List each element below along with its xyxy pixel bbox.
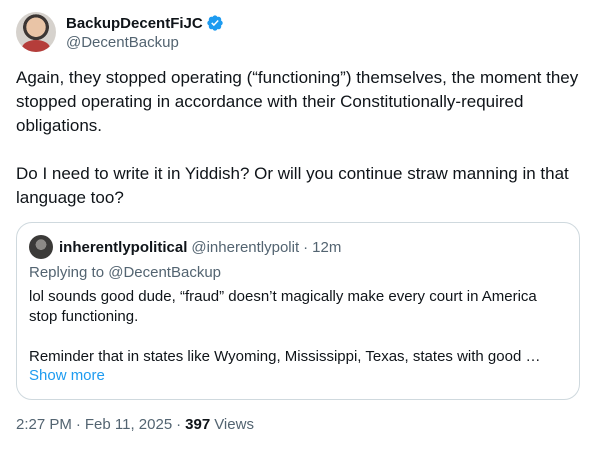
views-count: 397 — [185, 416, 211, 433]
author-info: BackupDecentFiJC @DecentBackup — [66, 13, 224, 51]
author-display-name[interactable]: BackupDecentFiJC — [66, 15, 203, 32]
quoted-tweet-text: lol sounds good dude, “fraud” doesn’t ma… — [29, 288, 541, 365]
separator-dot: · — [303, 238, 309, 256]
quoted-handle[interactable]: @inherentlypolit — [191, 239, 299, 256]
show-more-link[interactable]: Show more — [29, 367, 105, 384]
verified-badge-icon — [207, 15, 223, 31]
quoted-timestamp[interactable]: 12m — [312, 239, 341, 256]
separator-dot: · — [176, 416, 182, 433]
tweet-text: Again, they stopped operating (“function… — [16, 68, 579, 207]
tweet-time[interactable]: 2:27 PM — [16, 416, 72, 433]
separator-dot: · — [75, 416, 81, 433]
quoted-display-name[interactable]: inherentlypolitical — [59, 239, 187, 256]
avatar[interactable] — [16, 12, 56, 52]
tweet: BackupDecentFiJC @DecentBackup Again, th… — [0, 0, 611, 453]
views-label: Views — [214, 416, 254, 433]
replying-to: Replying to @DecentBackup — [29, 264, 221, 281]
author-handle[interactable]: @DecentBackup — [66, 34, 224, 51]
quoted-tweet-header: inherentlypolitical @inherentlypolit · 1… — [29, 235, 341, 259]
quoted-tweet[interactable]: inherentlypolitical @inherentlypolit · 1… — [16, 222, 580, 400]
tweet-author: BackupDecentFiJC @DecentBackup — [16, 12, 224, 52]
name-row: BackupDecentFiJC — [66, 13, 224, 33]
quoted-avatar[interactable] — [29, 235, 53, 259]
replying-to-handle[interactable]: @DecentBackup — [108, 264, 221, 281]
avatar-shirt — [22, 40, 50, 52]
tweet-meta: 2:27 PM · Feb 11, 2025 · 397 Views — [16, 416, 254, 433]
replying-to-label: Replying to — [29, 264, 105, 281]
tweet-date[interactable]: Feb 11, 2025 — [85, 416, 172, 433]
